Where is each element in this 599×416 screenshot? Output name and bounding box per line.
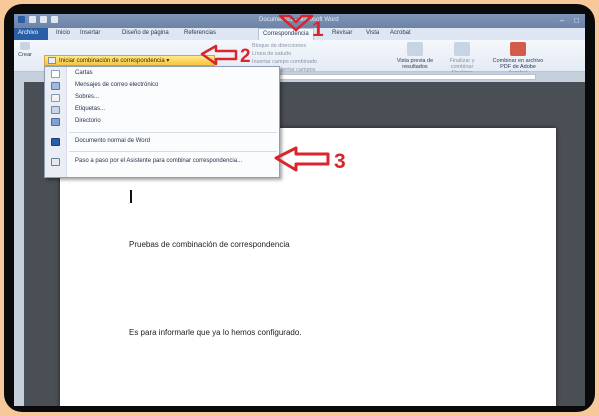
photo-frame: Documento1 - Microsoft Word – □ Archivo … [4,4,595,412]
annotation-number-1: 1 [312,18,324,41]
arrow-2-icon [200,44,238,66]
annotation-overlay [200,14,330,172]
arrow-1-icon [278,14,314,32]
annotation-number-3: 3 [334,150,346,173]
annotation-number-2: 2 [240,46,251,67]
arrow-3-icon [274,146,330,172]
